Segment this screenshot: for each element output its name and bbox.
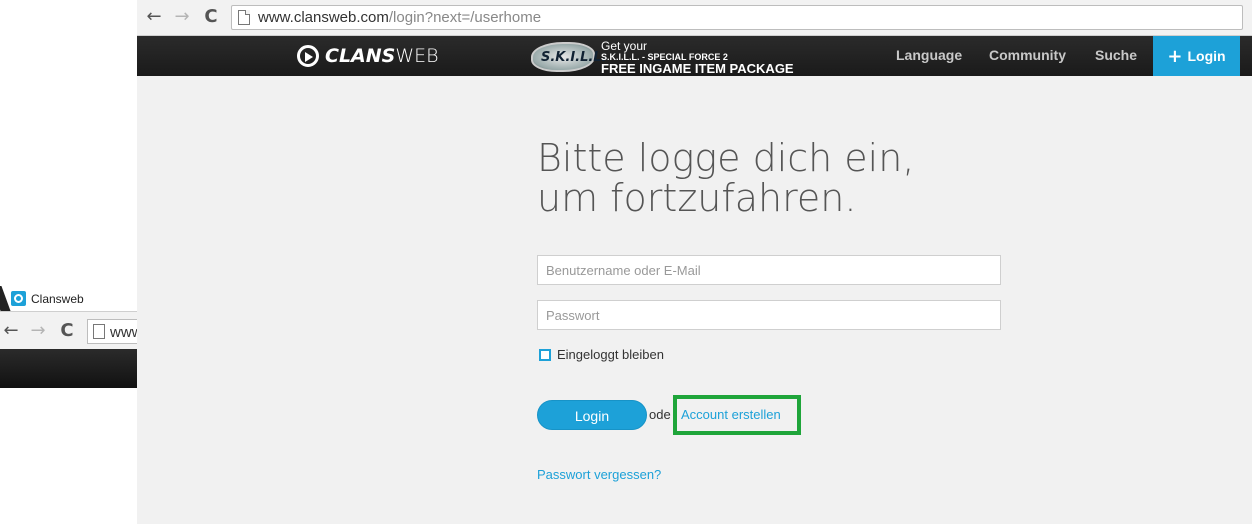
logo-text-light: WEB [395, 45, 439, 67]
banner-line3: FREE INGAME ITEM PACKAGE [601, 61, 794, 76]
browser-toolbar: ← → C www.clansweb.com/login?next=/userh… [137, 0, 1252, 36]
reload-icon[interactable]: C [200, 6, 222, 28]
create-account-link[interactable]: Account erstellen [681, 407, 781, 422]
login-heading: Bitte logge dich ein, um fortzufahren. [537, 136, 915, 220]
url-path: /login?next=/userhome [388, 9, 542, 26]
clansweb-logo-icon [297, 45, 319, 67]
address-bar[interactable]: www.clansweb.com/login?next=/userhome [231, 5, 1243, 30]
nav-search[interactable]: Suche [1095, 47, 1137, 63]
bg-tab-title: Clansweb [31, 292, 84, 306]
remember-me-row: Eingeloggt bleiben [539, 347, 664, 362]
remember-me-checkbox[interactable] [539, 348, 551, 361]
back-arrow-icon[interactable]: ← [143, 6, 165, 28]
nav-login-label: Login [1187, 48, 1226, 64]
page-icon [238, 10, 250, 25]
nav-login-button[interactable]: + Login [1153, 36, 1240, 76]
remember-me-label[interactable]: Eingeloggt bleiben [557, 347, 664, 362]
logo-text: CLANSWEB [325, 45, 439, 67]
skill-ad-banner[interactable]: S.K.I.L.L. Get your S.K.I.L.L. - SPECIAL… [531, 38, 821, 76]
bg-address-bar[interactable]: www [87, 319, 137, 344]
nav-community[interactable]: Community [989, 47, 1066, 63]
forward-arrow-icon[interactable]: → [171, 6, 193, 28]
banner-line1: Get your [601, 39, 648, 53]
bg-back-arrow-icon[interactable]: ← [0, 320, 22, 342]
bg-page-icon [93, 324, 105, 339]
url-host: www.clansweb.com [258, 9, 389, 26]
nav-language[interactable]: Language [896, 47, 962, 63]
bg-reload-icon[interactable]: C [56, 320, 78, 342]
address-url[interactable]: www.clansweb.com/login?next=/userhome [258, 9, 541, 26]
badge-text: S.K.I.L.L. [541, 50, 607, 65]
logo-text-bold: CLANS [325, 45, 396, 67]
login-button[interactable]: Login [537, 400, 647, 430]
bg-browser-tab[interactable]: Clansweb [0, 286, 137, 311]
bg-address-url: www [110, 324, 137, 341]
background-browser-window: Clansweb ← → C www [0, 286, 137, 388]
browser-window: ← → C www.clansweb.com/login?next=/userh… [137, 0, 1252, 524]
bg-forward-arrow-icon[interactable]: → [27, 320, 49, 342]
forgot-password-link[interactable]: Passwort vergessen? [537, 467, 661, 482]
skill-badge-icon: S.K.I.L.L. [531, 42, 607, 72]
clansweb-logo[interactable]: CLANSWEB [297, 44, 439, 68]
or-text: ode [649, 407, 671, 422]
bg-browser-toolbar: ← → C www [0, 311, 137, 349]
clansweb-favicon-icon [11, 291, 26, 306]
password-input[interactable] [537, 300, 1001, 330]
site-navbar: CLANSWEB S.K.I.L.L. Get your S.K.I.L.L. … [137, 36, 1252, 76]
tab-edge [0, 286, 11, 311]
bg-site-navbar [0, 349, 137, 388]
plus-icon: + [1167, 45, 1183, 67]
username-input[interactable] [537, 255, 1001, 285]
